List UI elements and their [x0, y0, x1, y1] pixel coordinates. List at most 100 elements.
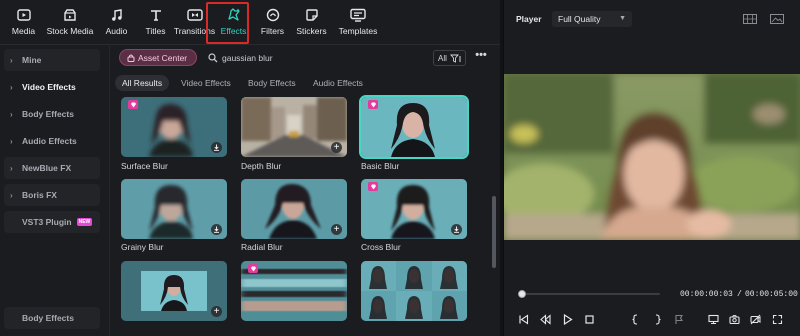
effect-card-cross-blur[interactable] [361, 179, 467, 239]
search-input[interactable]: gaussian blur [222, 53, 273, 63]
toolbar-stickers-label: Stickers [296, 26, 327, 36]
toolbar-divider [0, 44, 500, 45]
download-icon[interactable] [211, 142, 222, 153]
sidebar-bottom-body-effects[interactable]: Body Effects [4, 307, 100, 329]
new-badge: NEW [76, 218, 93, 226]
toolbar-titles-label: Titles [145, 26, 166, 36]
add-icon[interactable]: + [211, 306, 222, 317]
filter-label: All [438, 53, 447, 63]
premium-gem-icon [368, 100, 378, 109]
current-time: 00:00:00:03 [680, 290, 733, 299]
effect-card-surface-blur[interactable] [121, 97, 227, 157]
step-back-icon[interactable] [539, 313, 551, 325]
sidebar-item-audio-effects[interactable]: › Audio Effects [4, 130, 100, 152]
toolbar-media[interactable]: Media [4, 0, 43, 44]
sidebar-divider [109, 46, 110, 336]
preview-frame [504, 74, 800, 240]
toolbar-titles[interactable]: Titles [136, 0, 175, 44]
grid-view-icon[interactable] [743, 14, 757, 24]
player-title: Player [516, 14, 542, 24]
result-9-thumbnail [361, 261, 467, 321]
toolbar-audio[interactable]: Audio [97, 0, 136, 44]
sidebar-item-boris-fx[interactable]: › Boris FX [4, 184, 100, 206]
fullscreen-icon[interactable] [771, 313, 783, 325]
sidebar-item-newblue-fx[interactable]: › NewBlue FX [4, 157, 100, 179]
total-time: 00:00:05:00 [745, 290, 798, 299]
mark-in-icon[interactable] [629, 313, 641, 325]
effect-card-label: Surface Blur [121, 161, 168, 171]
effect-card-basic-blur[interactable] [359, 95, 469, 159]
effect-card-result-7[interactable]: + [121, 261, 227, 321]
media-icon [16, 7, 32, 23]
effect-card-label: Cross Blur [361, 242, 401, 252]
toolbar-media-label: Media [11, 26, 36, 36]
add-icon[interactable]: + [331, 224, 342, 235]
image-view-icon[interactable] [770, 14, 784, 24]
asset-center-icon [127, 54, 135, 62]
toolbar-transitions-label: Transitions [173, 26, 216, 36]
download-icon[interactable] [211, 224, 222, 235]
playhead-handle[interactable] [518, 290, 526, 298]
chevron-down-icon: ▼ [619, 15, 626, 22]
sidebar-item-mine[interactable]: › Mine [4, 49, 100, 71]
toolbar-transitions[interactable]: Transitions [173, 0, 216, 44]
chevron-right-icon: › [10, 190, 13, 200]
play-icon[interactable] [561, 313, 573, 325]
toolbar-templates[interactable]: Templates [331, 0, 385, 44]
mark-out-icon[interactable] [651, 313, 663, 325]
effect-card-label: Grainy Blur [121, 242, 164, 252]
add-icon[interactable]: + [331, 142, 342, 153]
marker-icon[interactable] [673, 313, 685, 325]
download-icon[interactable] [451, 224, 462, 235]
audio-mute-icon[interactable] [749, 313, 761, 325]
premium-gem-icon [368, 182, 378, 191]
results-scrollbar[interactable] [492, 196, 496, 268]
effect-card-result-8[interactable] [241, 261, 347, 321]
toolbar-stickers[interactable]: Stickers [292, 0, 331, 44]
toolbar-effects[interactable]: Effects [214, 0, 253, 44]
toolbar-effects-label: Effects [220, 26, 247, 36]
effect-card-label: Depth Blur [241, 161, 282, 171]
effect-card-depth-blur[interactable]: + [241, 97, 347, 157]
tab-video-effects[interactable]: Video Effects [174, 75, 238, 91]
sidebar-item-label: Video Effects [22, 82, 76, 92]
tab-all-results[interactable]: All Results [115, 75, 170, 91]
sidebar-item-video-effects[interactable]: › Video Effects [4, 76, 100, 98]
timeline-track[interactable] [520, 293, 660, 295]
transitions-icon [186, 7, 203, 23]
premium-gem-icon [128, 100, 138, 109]
sidebar-item-label: Mine [22, 55, 42, 65]
templates-icon [350, 7, 366, 23]
effects-sidebar: › Mine › Video Effects › Body Effects › … [4, 46, 106, 336]
toolbar-filters-label: Filters [260, 26, 285, 36]
snapshot-icon[interactable] [728, 313, 740, 325]
asset-center-button[interactable]: Asset Center [119, 49, 197, 66]
effect-card-result-9[interactable] [361, 261, 467, 321]
stock-media-icon [62, 7, 78, 23]
filter-dropdown[interactable]: All [433, 50, 466, 66]
chevron-right-icon: › [10, 55, 13, 65]
effect-card-grainy-blur[interactable] [121, 179, 227, 239]
stickers-icon [304, 7, 320, 23]
toolbar-stock-media[interactable]: Stock Media [43, 0, 97, 44]
premium-gem-icon [248, 264, 258, 273]
sidebar-item-body-effects[interactable]: › Body Effects [4, 103, 100, 125]
chevron-right-icon: › [10, 109, 13, 119]
tab-body-effects[interactable]: Body Effects [241, 75, 303, 91]
titles-icon [148, 7, 164, 23]
display-settings-icon[interactable] [707, 313, 719, 325]
chevron-right-icon: › [10, 163, 13, 173]
more-options-icon[interactable]: ••• [474, 50, 488, 65]
effect-card-radial-blur[interactable]: + [241, 179, 347, 239]
quality-dropdown[interactable]: Full Quality ▼ [552, 11, 632, 27]
tab-audio-effects[interactable]: Audio Effects [306, 75, 370, 91]
sidebar-item-label: Body Effects [22, 109, 74, 119]
sidebar-bottom-label: Body Effects [22, 313, 74, 323]
stop-icon[interactable] [583, 313, 595, 325]
previous-frame-icon[interactable] [517, 313, 529, 325]
search-icon [208, 53, 218, 63]
effects-icon [226, 7, 242, 23]
toolbar-filters[interactable]: Filters [253, 0, 292, 44]
sidebar-item-vst3-plugin[interactable]: VST3 Plugin NEW [4, 211, 100, 233]
audio-icon [109, 7, 125, 23]
